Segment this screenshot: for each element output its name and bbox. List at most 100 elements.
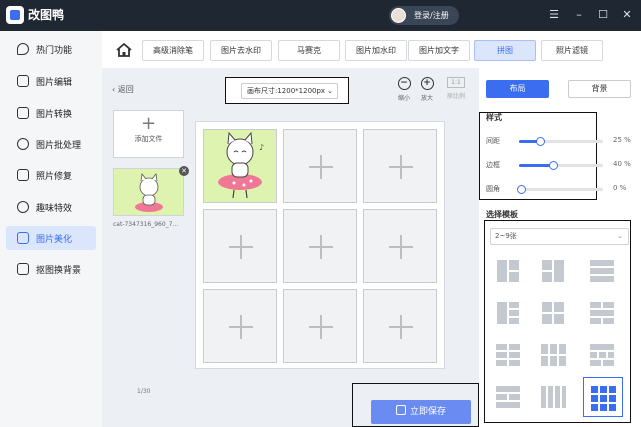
original-ratio-button[interactable]: 1:1 原比例 [446,77,466,100]
slider-label: 边框 [486,161,500,169]
sidebar-item-beautify[interactable]: 图片美化 [6,226,96,250]
zoom-in-icon: + [420,77,434,90]
sidebar-item-convert[interactable]: 图片转换 [6,101,96,125]
layout-template-icon [590,260,614,282]
sidebar-item-hot[interactable]: 热门功能 [6,37,96,61]
template-option[interactable] [491,338,525,372]
layout-template-icon [542,302,564,324]
plus-icon: + [140,113,157,134]
slider-value: 0 % [613,184,627,192]
layout-template-icon [591,386,616,411]
slider-handle[interactable] [536,137,545,146]
template-option[interactable] [536,380,570,414]
file-thumbnail[interactable] [113,168,184,216]
layout-template-icon [590,302,614,324]
template-option[interactable] [585,296,619,330]
remove-file-icon[interactable]: ✕ [179,166,189,176]
sidebar-item-image-edit[interactable]: 图片编辑 [6,69,96,93]
collage-cell[interactable] [283,289,357,363]
back-button[interactable]: ‹ 返回 [112,84,134,95]
sidebar-item-label: 抠图换背景 [36,266,82,276]
sidebar-item-effects[interactable]: 趣味特效 [6,195,96,219]
tab-add-watermark[interactable]: 图片加水印 [345,40,407,61]
sidebar-item-cutout[interactable]: 抠图换背景 [6,257,96,281]
back-label: 返回 [117,85,134,94]
sidebar-item-repair[interactable]: 照片修复 [6,163,96,187]
zoom-out-label: 缩小 [397,95,410,102]
close-icon[interactable]: ✕ [619,7,635,23]
fire-icon [17,43,29,55]
slider-track[interactable] [519,161,603,170]
template-title: 选择模板 [486,210,518,219]
template-option[interactable] [491,254,525,288]
app-name: 改图鸭 [28,8,65,22]
tab-collage[interactable]: 拼图 [474,40,536,61]
tab-advanced-eraser[interactable]: 高级消除笔 [142,40,204,61]
login-label: 登录/注册 [414,11,449,20]
sidebar-item-label: 图片编辑 [36,78,73,88]
slider-handle[interactable] [549,161,558,170]
tab-mosaic[interactable]: 马赛克 [278,40,340,61]
repair-icon [17,169,29,181]
add-file-button[interactable]: + 添加文件 [113,110,184,158]
template-option[interactable] [536,296,570,330]
home-icon[interactable] [115,41,133,59]
layout-template-icon [496,344,520,366]
tab-photo-filter[interactable]: 照片滤镜 [541,40,603,61]
template-option[interactable] [536,254,570,288]
minimize-icon[interactable]: – [571,7,587,23]
zoom-out-icon: − [397,77,411,90]
slider-track[interactable] [519,137,603,146]
slider-value: 25 % [613,136,631,144]
spacing-slider[interactable]: 间距 25 % [486,134,636,148]
collage-cell[interactable] [203,289,277,363]
original-ratio-label: 原比例 [446,93,465,100]
title-bar: 改图鸭 登录/注册 ☰ – ☐ ✕ [0,0,641,31]
tab-layout[interactable]: 布局 [486,80,549,98]
template-option[interactable] [536,338,570,372]
zoom-in-label: 放大 [420,95,433,102]
corner-radius-slider[interactable]: 圆角 0 % [486,182,636,196]
chevron-down-icon: ⌄ [327,87,333,95]
sidebar-item-label: 趣味特效 [36,204,73,214]
sidebar-item-label: 热门功能 [36,46,73,56]
template-option[interactable] [585,338,619,372]
template-count-value: 2~9张 [495,232,517,240]
tab-background[interactable]: 背景 [568,80,631,98]
add-file-label: 添加文件 [134,135,163,143]
tab-add-text[interactable]: 图片加文字 [408,40,470,61]
maximize-icon[interactable]: ☐ [595,7,611,23]
batch-icon [17,138,29,150]
layout-template-icon [497,302,519,324]
avatar [391,8,406,23]
save-button[interactable]: 立即保存 [371,400,471,424]
collage-cell[interactable] [203,209,277,283]
collage-cell[interactable] [363,289,437,363]
slider-handle[interactable] [517,185,526,194]
canvas-size-select[interactable]: 画布尺寸:1200*1200px ⌄ [241,83,338,99]
tab-remove-watermark[interactable]: 图片去水印 [210,40,272,61]
layout-template-icon [542,260,564,282]
slider-track[interactable] [517,185,603,194]
layout-template-icon [541,344,566,366]
template-option[interactable] [491,296,525,330]
collage-cell[interactable] [283,209,357,283]
template-option[interactable] [585,254,619,288]
menu-icon[interactable]: ☰ [546,7,562,23]
collage-cell[interactable]: ♪ [203,129,277,203]
work-area: ‹ 返回 画布尺寸:1200*1200px ⌄ − 缩小 + 放大 1:1 原比… [102,68,479,427]
template-option[interactable] [491,380,525,414]
canvas-size-value: 画布尺寸:1200*1200px [247,87,326,95]
collage-cell[interactable] [283,129,357,203]
login-button[interactable]: 登录/注册 [389,6,459,25]
template-count-select[interactable]: 2~9张 ⌄ [490,228,629,245]
border-slider[interactable]: 边框 40 % [486,158,636,172]
template-option-selected[interactable] [583,377,623,417]
zoom-out-button[interactable]: − 缩小 [394,77,414,102]
sidebar-item-batch[interactable]: 图片批处理 [6,132,96,156]
collage-cell[interactable] [363,129,437,203]
sidebar-item-label: 照片修复 [36,172,73,182]
image-edit-icon [17,75,29,87]
collage-cell[interactable] [363,209,437,283]
zoom-in-button[interactable]: + 放大 [417,77,437,102]
